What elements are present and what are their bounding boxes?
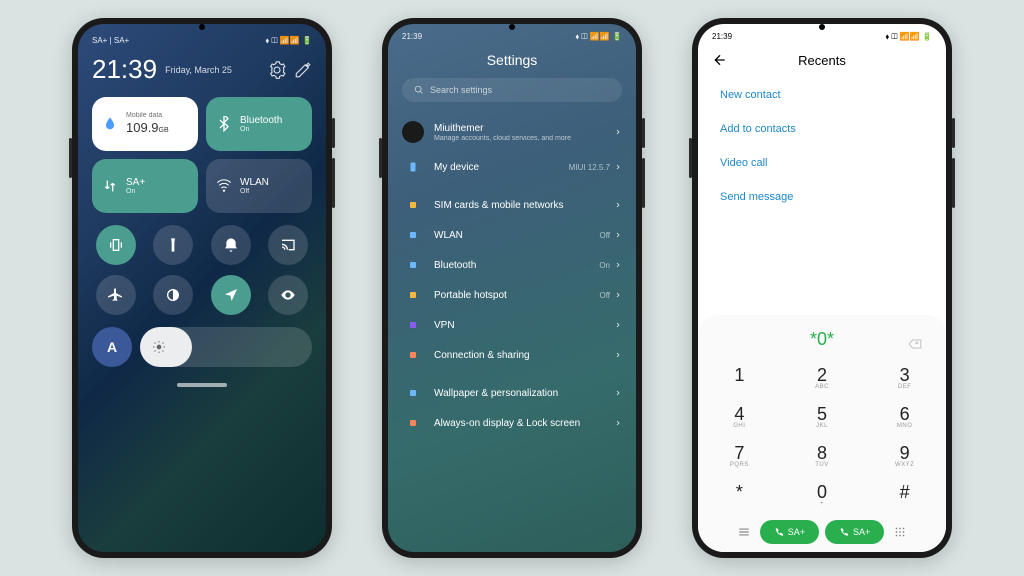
context-menu-item[interactable]: New contact xyxy=(720,78,924,112)
back-icon[interactable] xyxy=(712,52,728,68)
status-bar: SA+ | SA+⬧ ◫ 📶📶 🔋 xyxy=(92,36,312,46)
call-button-sim1[interactable]: SA+ xyxy=(760,520,819,544)
dialpad-icon[interactable] xyxy=(890,525,910,539)
context-menu-item[interactable]: Add to contacts xyxy=(720,112,924,146)
avatar xyxy=(402,121,424,143)
toggle-cast[interactable] xyxy=(268,225,308,265)
settings-icon[interactable] xyxy=(268,61,286,79)
clock-date: Friday, March 25 xyxy=(165,65,260,75)
menu-icon[interactable] xyxy=(734,525,754,539)
toggle-eye[interactable] xyxy=(268,275,308,315)
keypad-key-4[interactable]: 4GHI xyxy=(698,397,781,436)
toggle-vibrate[interactable] xyxy=(96,225,136,265)
settings-item[interactable]: Bluetooth On xyxy=(388,250,636,280)
brightness-slider[interactable] xyxy=(140,327,312,367)
dialed-number: *0* xyxy=(698,325,946,358)
toggle-dark[interactable] xyxy=(153,275,193,315)
device-icon xyxy=(407,161,419,173)
page-title: Recents xyxy=(728,53,916,68)
phone-control-center: SA+ | SA+⬧ ◫ 📶📶 🔋 21:39 Friday, March 25… xyxy=(72,18,332,558)
settings-item[interactable]: Wallpaper & personalization xyxy=(388,378,636,408)
call-button-sim2[interactable]: SA+ xyxy=(825,520,884,544)
tile-wlan[interactable]: WLANOff xyxy=(206,159,312,213)
brightness-icon xyxy=(152,340,166,354)
page-title: Settings xyxy=(388,46,636,78)
phone-dialer: 21:39⬧ ◫ 📶📶 🔋 Recents New contactAdd to … xyxy=(692,18,952,558)
search-icon xyxy=(414,85,424,95)
toggle-airplane[interactable] xyxy=(96,275,136,315)
keypad-key-9[interactable]: 9WXYZ xyxy=(863,436,946,475)
keypad-key-8[interactable]: 8TUV xyxy=(781,436,864,475)
toggle-auto[interactable]: A xyxy=(92,327,132,367)
keypad-key-*[interactable]: * xyxy=(698,475,781,514)
toggle-flashlight[interactable] xyxy=(153,225,193,265)
keypad-key-5[interactable]: 5JKL xyxy=(781,397,864,436)
clock-time: 21:39 xyxy=(92,54,157,85)
drag-handle[interactable] xyxy=(177,383,227,387)
search-input[interactable]: Search settings xyxy=(402,78,622,102)
tile-bluetooth[interactable]: BluetoothOn xyxy=(206,97,312,151)
settings-my-device[interactable]: My device MIUI 12.5.7 xyxy=(388,152,636,182)
keypad-key-3[interactable]: 3DEF xyxy=(863,358,946,397)
settings-item[interactable]: VPN xyxy=(388,310,636,340)
settings-item[interactable]: Connection & sharing xyxy=(388,340,636,370)
settings-item[interactable]: Always-on display & Lock screen xyxy=(388,408,636,438)
edit-icon[interactable] xyxy=(294,61,312,79)
tile-sim[interactable]: SA+On xyxy=(92,159,198,213)
settings-item[interactable]: WLAN Off xyxy=(388,220,636,250)
backspace-icon[interactable] xyxy=(906,335,924,349)
tile-mobile-data[interactable]: Mobile data109.9GB xyxy=(92,97,198,151)
keypad-key-1[interactable]: 1 xyxy=(698,358,781,397)
toggle-dnd[interactable] xyxy=(211,225,251,265)
keypad-key-0[interactable]: 0+ xyxy=(781,475,864,514)
keypad-key-7[interactable]: 7PQRS xyxy=(698,436,781,475)
chevron-right-icon xyxy=(614,128,622,136)
settings-item[interactable]: SIM cards & mobile networks xyxy=(388,190,636,220)
toggle-location[interactable] xyxy=(211,275,251,315)
keypad-key-#[interactable]: # xyxy=(863,475,946,514)
keypad-key-6[interactable]: 6MNO xyxy=(863,397,946,436)
settings-item[interactable]: Portable hotspot Off xyxy=(388,280,636,310)
phone-settings: 21:39⬧ ◫ 📶📶 🔋 Settings Search settings M… xyxy=(382,18,642,558)
context-menu-item[interactable]: Video call xyxy=(720,146,924,180)
context-menu-item[interactable]: Send message xyxy=(720,180,924,214)
settings-account[interactable]: MiuithemerManage accounts, cloud service… xyxy=(388,112,636,152)
keypad-key-2[interactable]: 2ABC xyxy=(781,358,864,397)
